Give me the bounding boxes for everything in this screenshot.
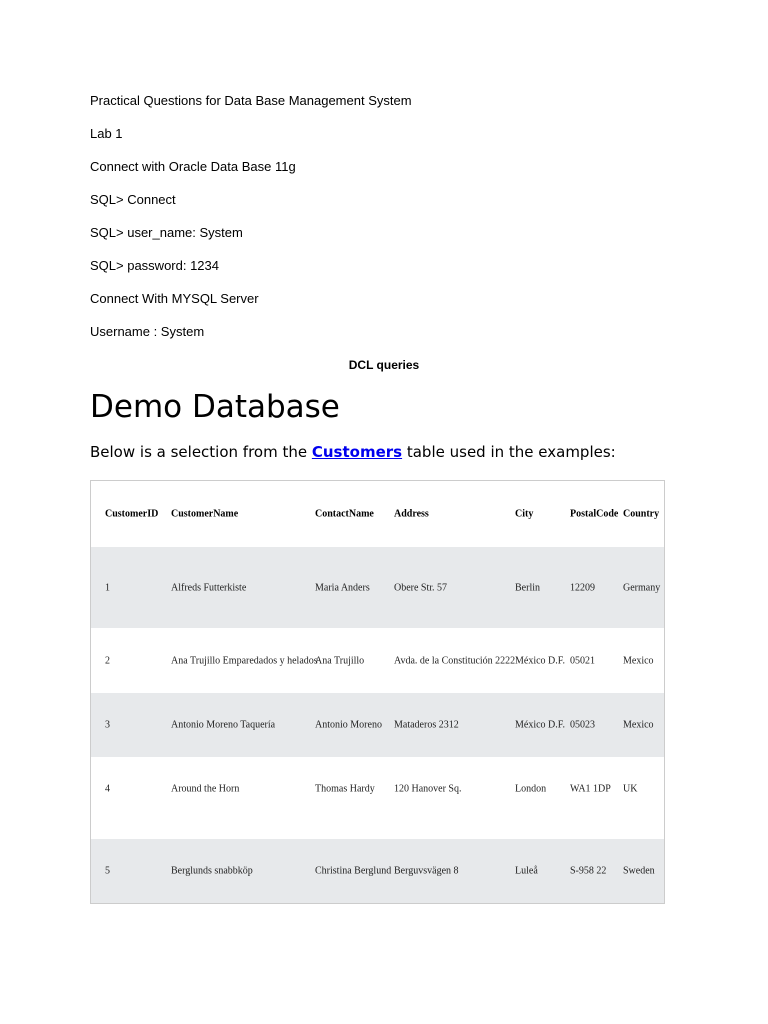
table-cell: 1 <box>105 582 110 593</box>
table-cell: Christina Berglund <box>315 865 392 877</box>
table-cell: 4 <box>105 783 110 795</box>
table-cell: 2 <box>105 655 110 666</box>
table-cell: 05021 <box>570 655 595 666</box>
table-cell: Germany <box>623 582 661 593</box>
page-heading: Demo Database <box>90 389 340 425</box>
header-cell: CustomerName <box>171 508 239 520</box>
header-cell: Address <box>394 508 429 520</box>
table-cell: Ana Trujillo <box>315 655 365 666</box>
header-cell: PostalCode <box>570 508 619 520</box>
table-cell: London <box>515 783 547 795</box>
text-line: SQL> Connect <box>90 192 176 207</box>
table-cell: México D.F. <box>515 719 566 731</box>
table-cell: México D.F. <box>515 655 566 666</box>
text-line: Username : System <box>90 324 205 339</box>
section-title: DCL queries <box>348 358 420 372</box>
table-row: 2 Ana Trujillo Emparedados y helados Ana… <box>91 628 664 693</box>
table-cell: 120 Hanover Sq. <box>394 783 462 795</box>
table-cell: Antonio Moreno Taquería <box>171 719 276 731</box>
table-cell: Berguvsvägen 8 <box>394 865 459 877</box>
table-cell: Luleå <box>515 865 538 877</box>
table-row: 4 Around the Horn Thomas Hardy 120 Hanov… <box>91 757 664 839</box>
table-cell: Maria Anders <box>315 582 370 593</box>
table-cell: 05023 <box>570 719 595 731</box>
text-line: Connect With MYSQL Server <box>90 291 259 306</box>
header-cell: Country <box>623 508 660 520</box>
intro-after: table used in the examples: <box>402 443 616 461</box>
text-line: SQL> password: 1234 <box>90 258 219 273</box>
customers-table: CustomerID CustomerName ContactName Addr… <box>90 480 665 904</box>
text-line: Connect with Oracle Data Base 11g <box>90 159 296 174</box>
table-row: 5 Berglunds snabbköp Christina Berglund … <box>91 839 664 903</box>
header-cell: ContactName <box>315 508 374 520</box>
table-cell: Around the Horn <box>171 783 240 795</box>
table-cell: Ana Trujillo Emparedados y helados <box>171 655 318 666</box>
lab-label: Lab 1 <box>90 126 123 141</box>
table-cell: 5 <box>105 865 110 877</box>
table-cell: Berglunds snabbköp <box>171 865 253 877</box>
table-cell: Mataderos 2312 <box>394 719 459 731</box>
intro-before: Below is a selection from the <box>90 443 312 461</box>
table-header-row: CustomerID CustomerName ContactName Addr… <box>91 481 664 547</box>
table-cell: Mexico <box>623 655 654 666</box>
customers-link[interactable]: Customers <box>312 443 402 461</box>
table-cell: Sweden <box>623 865 655 877</box>
text-line: SQL> user_name: System <box>90 225 243 240</box>
table-row: 1 Alfreds Futterkiste Maria Anders Obere… <box>91 547 664 628</box>
table-cell: UK <box>623 783 638 795</box>
table-cell: Thomas Hardy <box>315 783 375 795</box>
header-cell: CustomerID <box>105 508 159 520</box>
table-cell: WA1 1DP <box>570 783 611 795</box>
table-cell: Mexico <box>623 719 654 731</box>
table-cell: Avda. de la Constitución 2222 <box>394 655 516 666</box>
table-cell: Berlin <box>515 582 540 593</box>
table-cell: Antonio Moreno <box>315 719 382 731</box>
doc-title: Practical Questions for Data Base Manage… <box>90 93 412 108</box>
intro-text: Below is a selection from the Customers … <box>90 442 616 462</box>
header-cell: City <box>515 508 534 520</box>
table-cell: 3 <box>105 719 110 731</box>
table-row: 3 Antonio Moreno Taquería Antonio Moreno… <box>91 693 664 757</box>
table-cell: Obere Str. 57 <box>394 582 448 593</box>
table-cell: 12209 <box>570 582 595 593</box>
table-cell: Alfreds Futterkiste <box>171 582 247 593</box>
table-cell: S-958 22 <box>570 865 607 877</box>
